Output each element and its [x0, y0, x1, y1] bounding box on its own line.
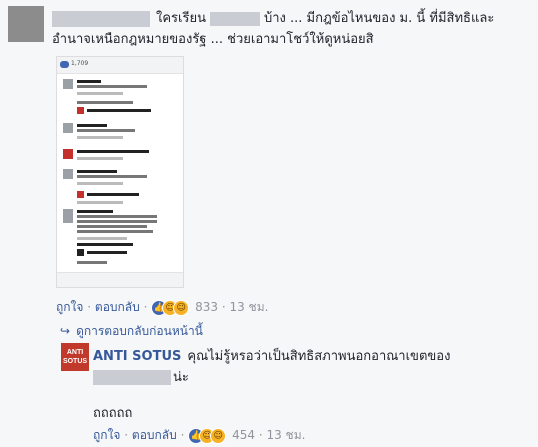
reply-text-line1: คุณไม่รู้หรอว่าเป็นสิทธิสภาพนอกอาณาเขตขอ… [187, 349, 451, 364]
reply-timestamp[interactable]: 13 ชม. [266, 428, 305, 442]
comment-actions: ถูกใจ · ตอบกลับ · 👍 ☺ ☺ 833 · 13 ชม. [56, 299, 269, 316]
reply-text-line1-end: น่ะ [173, 370, 189, 385]
anti-sotus-avatar[interactable]: ANTI SOTUS [61, 343, 89, 371]
image-reaction-count: 1,709 [71, 60, 89, 67]
comment-text-part2: บ้าง ... มีกฎข้อไหนของ ม. นี้ ที่มีสิทธิ… [263, 11, 495, 26]
image-comment-box [57, 272, 183, 287]
anti-sotus-logo-text: ANTI SOTUS [62, 349, 88, 365]
redacted-university-name [93, 370, 171, 385]
facebook-comment-thread: { "comment": { "text_part1": "ใครเรียน",… [0, 0, 538, 447]
image-reaction-bar: 1,709 [57, 57, 183, 74]
reply-text-line2: ถถถถถ [93, 406, 133, 421]
view-previous-replies[interactable]: ↪ ดูการตอบกลับก่อนหน้านี้ [60, 322, 203, 341]
reply-reaction-icons[interactable]: 👍 ☺ ☺ [188, 427, 228, 444]
like-link[interactable]: ถูกใจ [56, 300, 83, 314]
reply-actions: ถูกใจ · ตอบกลับ · 👍 ☺ ☺ 454 · 13 ชม. [93, 427, 306, 444]
image-reactions-icon [60, 61, 69, 68]
comment-attached-image[interactable]: 1,709 [56, 56, 184, 288]
reply-like-link[interactable]: ถูกใจ [93, 428, 120, 442]
comment-timestamp[interactable]: 13 ชม. [229, 300, 268, 314]
redacted-commenter-name[interactable] [52, 10, 150, 27]
reaction-count[interactable]: 833 [195, 300, 218, 314]
comment-text-part1: ใครเรียน [156, 11, 206, 26]
reply-body: ANTI SOTUS คุณไม่รู้หรอว่าเป็นสิทธิสภาพนอ… [93, 346, 513, 388]
reply-reply-link[interactable]: ตอบกลับ [132, 428, 177, 442]
commenter-avatar[interactable] [8, 6, 44, 42]
view-previous-replies-label: ดูการตอบกลับก่อนหน้านี้ [76, 324, 203, 338]
reply-link[interactable]: ตอบกลับ [95, 300, 140, 314]
wow-reaction-icon: ☺ [173, 299, 190, 316]
reply-arrow-icon: ↪ [60, 324, 71, 338]
reaction-icons[interactable]: 👍 ☺ ☺ [151, 299, 191, 316]
redacted-university-name [209, 11, 260, 26]
reply-author[interactable]: ANTI SOTUS [93, 349, 181, 364]
comment-body: ใครเรียน บ้าง ... มีกฎข้อไหนของ ม. นี้ ที… [52, 8, 522, 50]
reply-reaction-count[interactable]: 454 [232, 428, 255, 442]
wow-reaction-icon: ☺ [210, 427, 227, 444]
comment-text-line2: อำนาจเหนือกฎหมายของรัฐ ... ช่วยเอามาโชว์… [52, 32, 374, 47]
